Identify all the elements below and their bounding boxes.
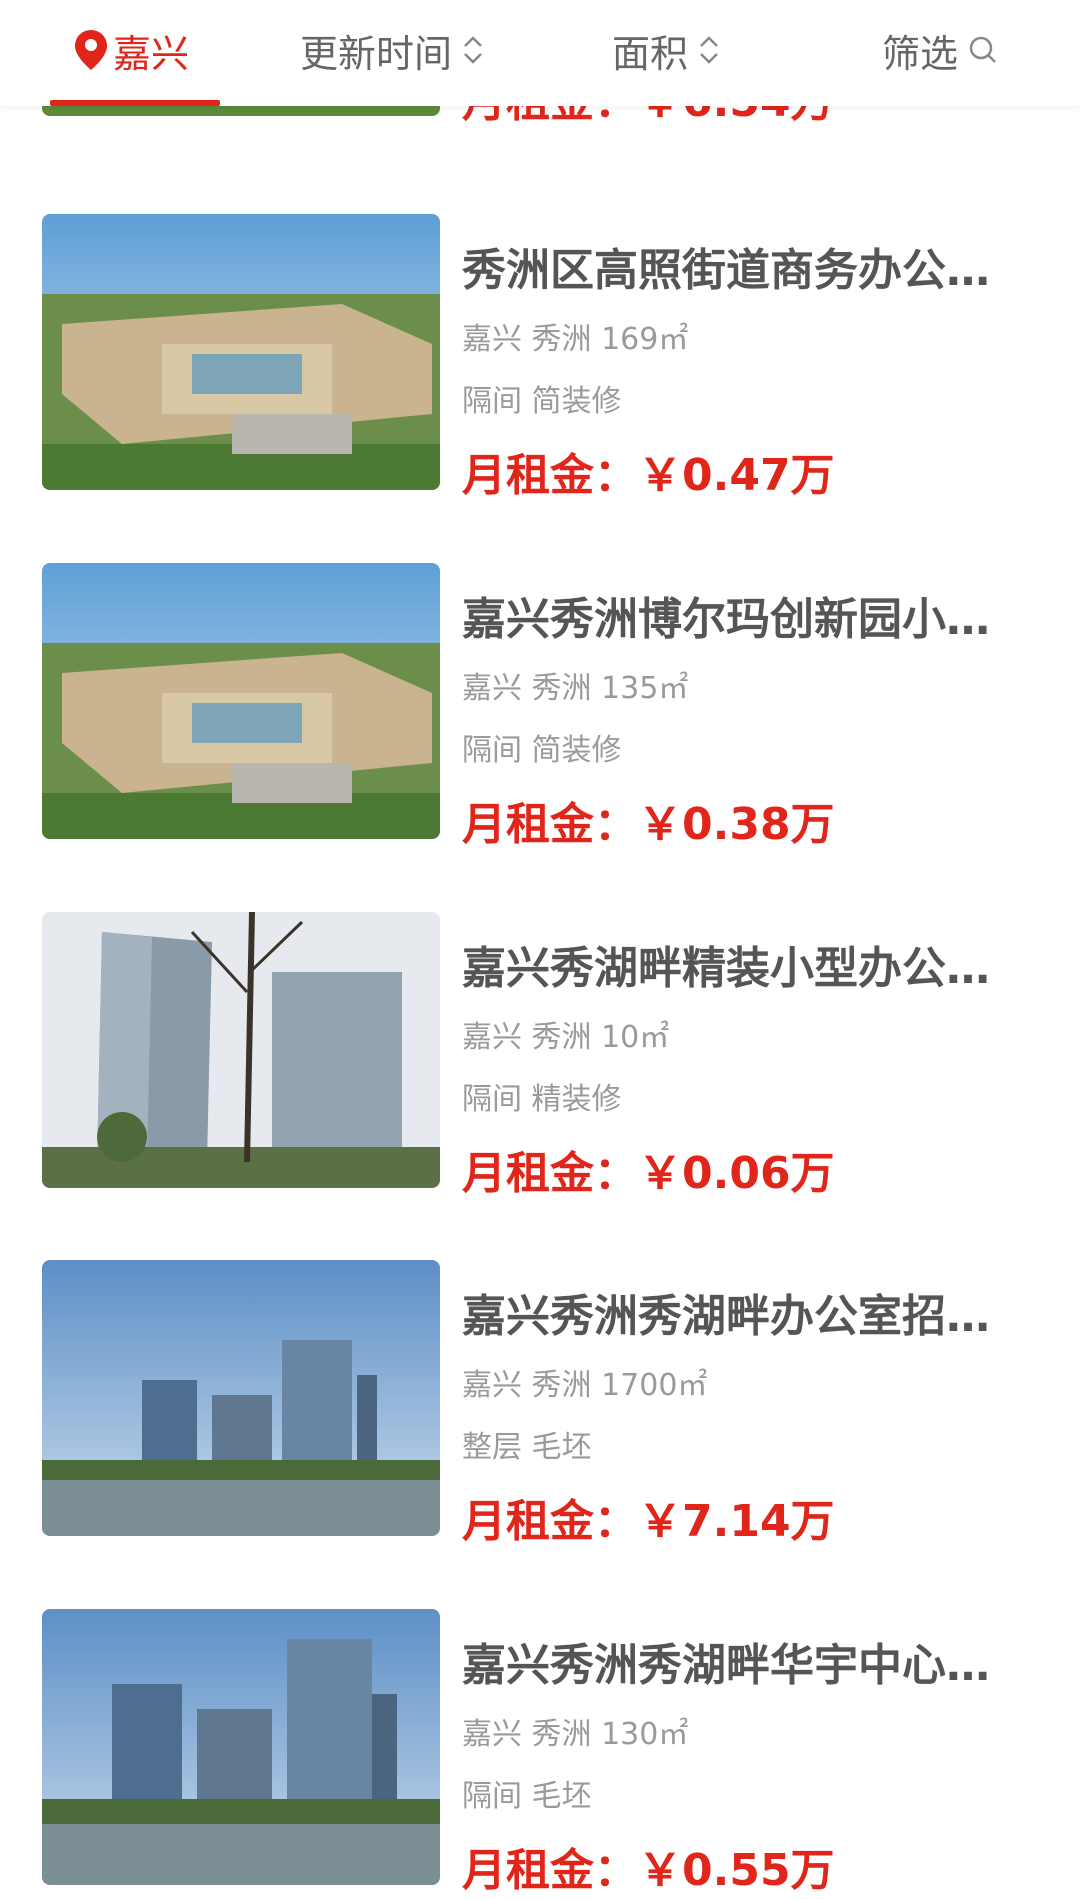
rent-value: ￥7.14万	[638, 1496, 835, 1547]
rent-label: 月租金：	[462, 1845, 638, 1896]
listing-price: 月租金：￥0.06万	[462, 1137, 835, 1201]
sort-chevrons-icon	[464, 36, 482, 64]
sort-update-label: 更新时间	[300, 31, 453, 76]
listing-title: 嘉兴秀湖畔精装小型办公…	[462, 943, 990, 994]
listing-layout: 隔间 简装修	[462, 733, 622, 768]
listing-layout: 整层 毛坯	[462, 1430, 592, 1465]
rent-label: 月租金：	[462, 1496, 638, 1547]
filter-label: 筛选	[882, 31, 959, 76]
listing-photo	[42, 1260, 440, 1536]
city-label: 嘉兴	[113, 31, 190, 76]
listing-layout: 隔间 毛坯	[462, 1779, 592, 1814]
filter-bar: 嘉兴 更新时间 面积 筛选	[0, 0, 1080, 106]
search-icon	[969, 36, 996, 63]
listing-title: 嘉兴秀洲秀湖畔办公室招…	[462, 1291, 990, 1342]
listing-price: 月租金：￥0.55万	[462, 1834, 835, 1898]
listing-location: 嘉兴 秀洲 169㎡	[462, 322, 689, 357]
rent-label: 月租金：	[462, 799, 638, 850]
listing-photo	[42, 912, 440, 1188]
listing-location: 嘉兴 秀洲 10㎡	[462, 1020, 670, 1055]
listing-price: 月租金：￥0.38万	[462, 788, 835, 852]
listing-location: 嘉兴 秀洲 1700㎡	[462, 1368, 708, 1403]
listing-layout: 隔间 精装修	[462, 1082, 622, 1117]
listing-location: 嘉兴 秀洲 135㎡	[462, 671, 689, 706]
rent-label: 月租金：	[462, 1148, 638, 1199]
listing-photo	[42, 1609, 440, 1885]
sort-update-time[interactable]: 更新时间	[300, 0, 484, 100]
listing-price: 月租金：￥7.14万	[462, 1485, 835, 1549]
city-selector[interactable]: 嘉兴	[75, 0, 189, 100]
active-tab-indicator	[50, 100, 220, 106]
listing-price: 月租金：￥0.47万	[462, 439, 835, 503]
listing-card[interactable]: 嘉兴秀洲秀湖畔办公室招… 嘉兴 秀洲 1700㎡ 整层 毛坯 月租金：￥7.14…	[0, 1260, 1080, 1550]
listing-card[interactable]: 嘉兴秀洲博尔玛创新园小… 嘉兴 秀洲 135㎡ 隔间 简装修 月租金：￥0.38…	[0, 563, 1080, 853]
listing-title: 嘉兴秀洲博尔玛创新园小…	[462, 594, 990, 645]
listing-photo	[42, 214, 440, 490]
sort-chevrons-icon	[700, 36, 718, 64]
rent-value: ￥0.55万	[638, 1845, 835, 1896]
listing-title: 秀洲区高照街道商务办公…	[462, 245, 990, 296]
rent-value: ￥0.38万	[638, 799, 835, 850]
listing-photo	[42, 563, 440, 839]
listing-card[interactable]: 秀洲区高照街道商务办公… 嘉兴 秀洲 169㎡ 隔间 简装修 月租金：￥0.47…	[0, 214, 1080, 504]
listing-card[interactable]: 嘉兴秀湖畔精装小型办公… 嘉兴 秀洲 10㎡ 隔间 精装修 月租金：￥0.06万	[0, 912, 1080, 1202]
rent-value: ￥0.47万	[638, 450, 835, 501]
listing-location: 嘉兴 秀洲 130㎡	[462, 1717, 689, 1752]
listing-title: 嘉兴秀洲秀湖畔华宇中心…	[462, 1640, 990, 1691]
listing-card[interactable]: 嘉兴秀洲秀湖畔华宇中心… 嘉兴 秀洲 130㎡ 隔间 毛坯 月租金：￥0.55万	[0, 1609, 1080, 1899]
sort-area-label: 面积	[612, 31, 689, 76]
filter-button[interactable]: 筛选	[882, 0, 998, 100]
rent-value: ￥0.06万	[638, 1148, 835, 1199]
location-pin-icon	[75, 30, 107, 70]
sort-area[interactable]: 面积	[612, 0, 720, 100]
listing-layout: 隔间 简装修	[462, 384, 622, 419]
rent-label: 月租金：	[462, 450, 638, 501]
